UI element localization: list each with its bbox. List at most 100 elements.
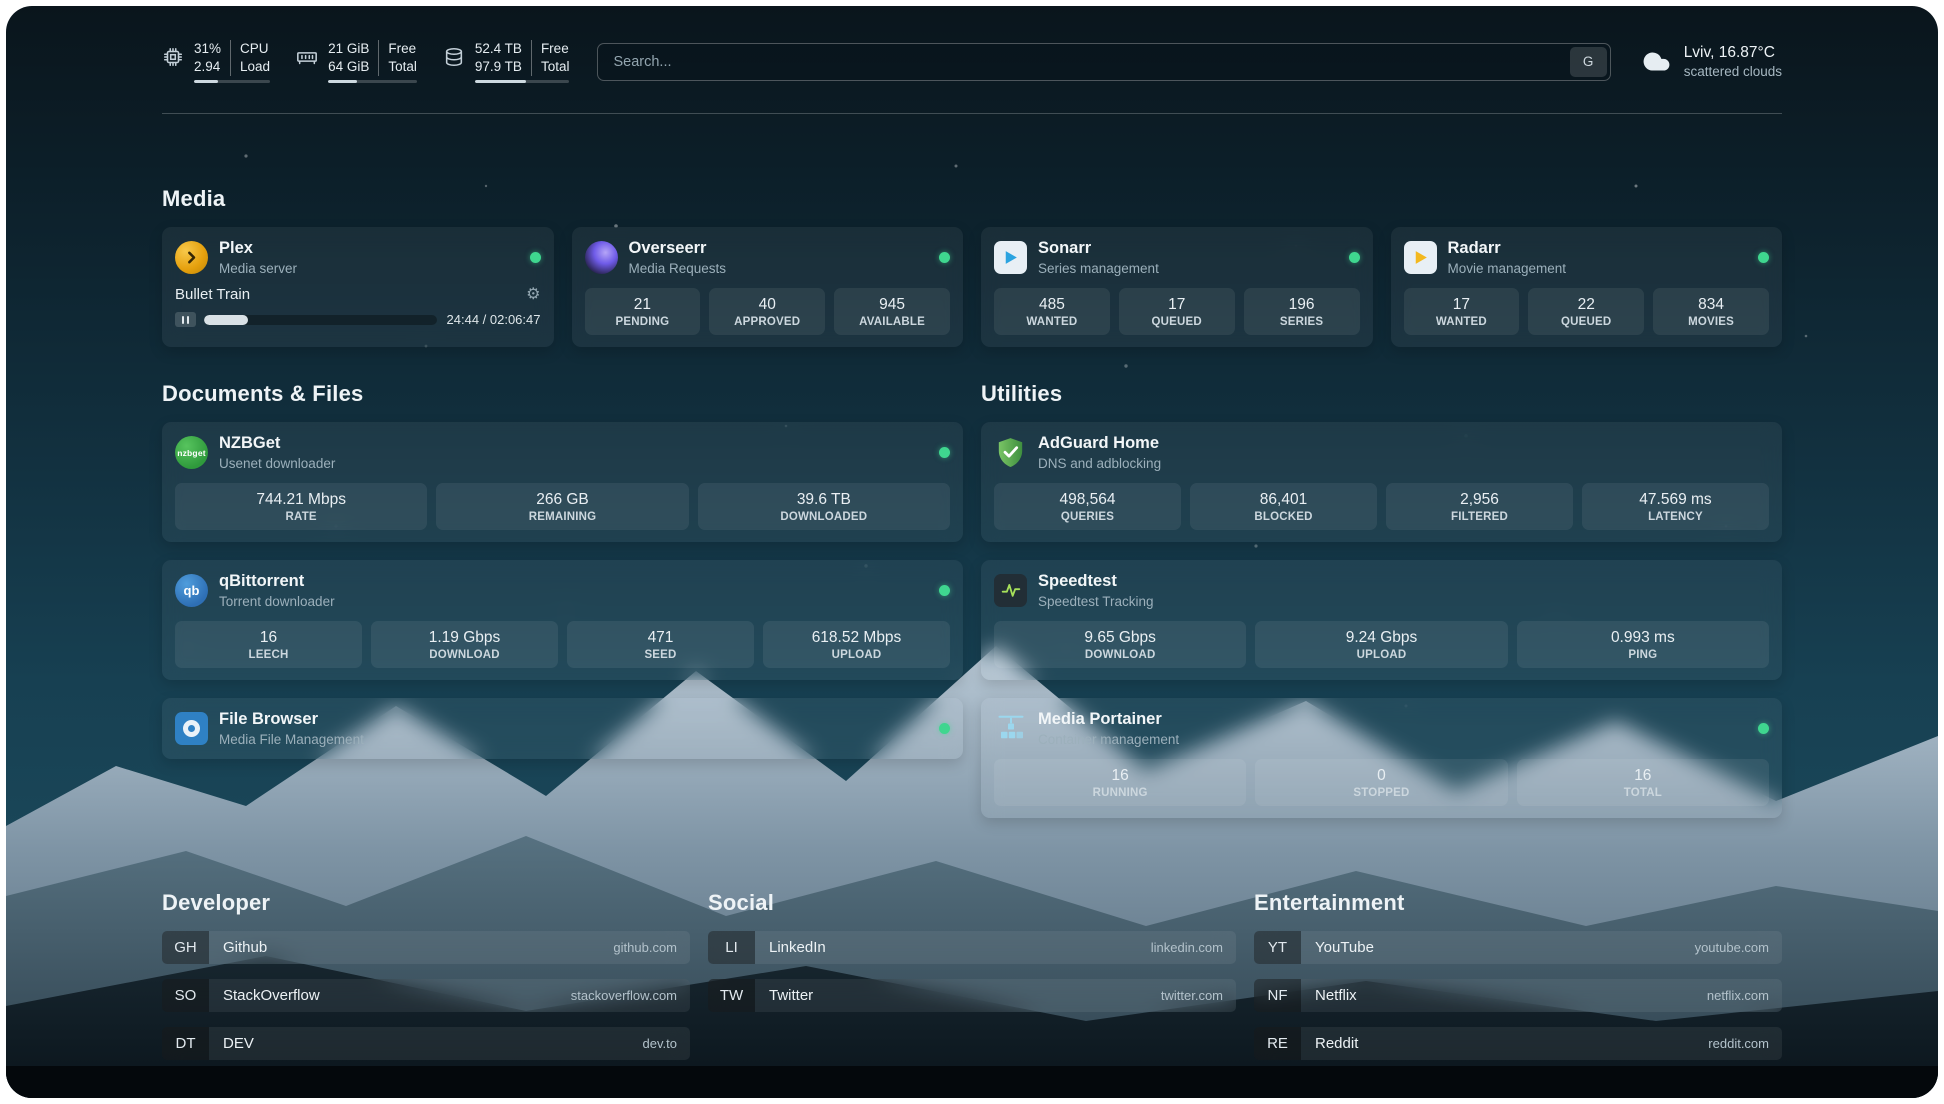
service-description: DNS and adblocking bbox=[1038, 456, 1161, 471]
pause-button[interactable] bbox=[175, 312, 196, 327]
service-card-plex[interactable]: Plex Media server Bullet Train ⚙ bbox=[162, 227, 554, 347]
service-card-adguard[interactable]: AdGuard Home DNS and adblocking 498,564 … bbox=[981, 422, 1782, 542]
overseerr-icon bbox=[585, 241, 618, 274]
stat-blocked: 86,401 BLOCKED bbox=[1190, 483, 1377, 530]
stat-latency: 47.569 ms LATENCY bbox=[1582, 483, 1769, 530]
memory-free-value: 21 GiB bbox=[328, 40, 369, 58]
now-playing-title: Bullet Train bbox=[175, 286, 250, 303]
status-dot bbox=[1758, 252, 1769, 263]
bookmark-netflix[interactable]: NF Netflix netflix.com bbox=[1254, 979, 1782, 1012]
service-description: Container management bbox=[1038, 732, 1179, 747]
status-dot bbox=[1758, 723, 1769, 734]
stat-filtered: 2,956 FILTERED bbox=[1386, 483, 1573, 530]
stat-total: 16 TOTAL bbox=[1517, 759, 1769, 806]
speedtest-icon bbox=[994, 574, 1027, 607]
service-card-portainer[interactable]: Media Portainer Container management 16 … bbox=[981, 698, 1782, 818]
playback-progress-bar bbox=[204, 315, 437, 325]
stat-approved: 40 APPROVED bbox=[709, 288, 825, 335]
cpu-load-label: Load bbox=[240, 58, 270, 76]
bookmark-dev[interactable]: DT DEV dev.to bbox=[162, 1027, 690, 1060]
stat-available: 945 AVAILABLE bbox=[834, 288, 950, 335]
service-card-radarr[interactable]: Radarr Movie management 17 WANTED 22 QUE… bbox=[1391, 227, 1783, 347]
service-name: Overseerr bbox=[629, 239, 727, 259]
bookmark-reddit[interactable]: RE Reddit reddit.com bbox=[1254, 1027, 1782, 1060]
stat-queued: 22 QUEUED bbox=[1528, 288, 1644, 335]
memory-icon bbox=[296, 46, 318, 68]
service-name: Radarr bbox=[1448, 239, 1567, 259]
status-dot bbox=[530, 252, 541, 263]
stat-wanted: 17 WANTED bbox=[1404, 288, 1520, 335]
portainer-icon bbox=[994, 712, 1027, 745]
section-documents: Documents & Files nzbget NZBGet Usenet d… bbox=[162, 381, 963, 758]
section-title-social: Social bbox=[708, 890, 1236, 916]
stat-remaining: 266 GB REMAINING bbox=[436, 483, 688, 530]
search-input[interactable] bbox=[601, 54, 1569, 70]
adguard-icon bbox=[994, 436, 1027, 469]
stat-queries: 498,564 QUERIES bbox=[994, 483, 1181, 530]
cpu-load-value: 2.94 bbox=[194, 58, 221, 76]
section-social: Social LI LinkedIn linkedin.com TW Twitt… bbox=[708, 890, 1236, 1060]
stat-downloaded: 39.6 TB DOWNLOADED bbox=[698, 483, 950, 530]
cpu-progress-bar bbox=[194, 80, 270, 83]
bookmark-linkedin[interactable]: LI LinkedIn linkedin.com bbox=[708, 931, 1236, 964]
cpu-icon bbox=[162, 46, 184, 68]
section-entertainment: Entertainment YT YouTube youtube.com NF … bbox=[1254, 890, 1782, 1060]
weather-location: Lviv, 16.87°C bbox=[1684, 44, 1782, 62]
stat-wanted: 485 WANTED bbox=[994, 288, 1110, 335]
status-dot bbox=[1349, 252, 1360, 263]
memory-free-label: Free bbox=[388, 40, 417, 58]
filebrowser-icon bbox=[175, 712, 208, 745]
service-card-speedtest[interactable]: Speedtest Speedtest Tracking 9.65 Gbps D… bbox=[981, 560, 1782, 680]
service-description: Torrent downloader bbox=[219, 594, 335, 609]
section-title-documents: Documents & Files bbox=[162, 381, 963, 407]
service-description: Usenet downloader bbox=[219, 456, 335, 471]
disk-widget: 52.4 TB 97.9 TB Free Total bbox=[443, 40, 570, 83]
bookmark-github[interactable]: GH Github github.com bbox=[162, 931, 690, 964]
bookmark-youtube[interactable]: YT YouTube youtube.com bbox=[1254, 931, 1782, 964]
disk-icon bbox=[443, 46, 465, 68]
service-card-nzbget[interactable]: nzbget NZBGet Usenet downloader 744.21 M… bbox=[162, 422, 963, 542]
section-title-media: Media bbox=[162, 186, 1782, 212]
search-bar: G bbox=[597, 43, 1610, 81]
section-utilities: Utilities AdGu bbox=[981, 381, 1782, 817]
service-name: NZBGet bbox=[219, 434, 335, 454]
service-name: Media Portainer bbox=[1038, 710, 1179, 730]
section-title-developer: Developer bbox=[162, 890, 690, 916]
status-dot bbox=[939, 447, 950, 458]
cloud-icon bbox=[1641, 46, 1672, 77]
section-media: Media Plex Media server bbox=[162, 186, 1782, 347]
service-card-sonarr[interactable]: Sonarr Series management 485 WANTED 17 Q… bbox=[981, 227, 1373, 347]
stat-download: 9.65 Gbps DOWNLOAD bbox=[994, 621, 1246, 668]
section-title-entertainment: Entertainment bbox=[1254, 890, 1782, 916]
section-developer: Developer GH Github github.com SO StackO… bbox=[162, 890, 690, 1060]
weather-widget: Lviv, 16.87°C scattered clouds bbox=[1641, 44, 1782, 79]
service-description: Speedtest Tracking bbox=[1038, 594, 1154, 609]
service-name: Speedtest bbox=[1038, 572, 1154, 592]
qbittorrent-icon: qb bbox=[175, 574, 208, 607]
stat-upload: 618.52 Mbps UPLOAD bbox=[763, 621, 950, 668]
status-dot bbox=[939, 252, 950, 263]
plex-now-playing: Bullet Train ⚙ 24:44 / 02:06:47 bbox=[175, 286, 541, 327]
stat-seed: 471 SEED bbox=[567, 621, 754, 668]
sonarr-icon bbox=[994, 241, 1027, 274]
cpu-widget: 31% 2.94 CPU Load bbox=[162, 40, 270, 83]
settings-gear-icon[interactable]: ⚙ bbox=[526, 287, 540, 303]
search-provider-button[interactable]: G bbox=[1570, 47, 1607, 77]
service-card-qbittorrent[interactable]: qb qBittorrent Torrent downloader 16 LEE… bbox=[162, 560, 963, 680]
stat-pending: 21 PENDING bbox=[585, 288, 701, 335]
service-card-overseerr[interactable]: Overseerr Media Requests 21 PENDING 40 A… bbox=[572, 227, 964, 347]
service-name: AdGuard Home bbox=[1038, 434, 1161, 454]
stat-movies: 834 MOVIES bbox=[1653, 288, 1769, 335]
stat-queued: 17 QUEUED bbox=[1119, 288, 1235, 335]
cpu-usage-label: CPU bbox=[240, 40, 270, 58]
stat-running: 16 RUNNING bbox=[994, 759, 1246, 806]
stat-stopped: 0 STOPPED bbox=[1255, 759, 1507, 806]
disk-total-label: Total bbox=[541, 58, 570, 76]
nzbget-icon: nzbget bbox=[175, 436, 208, 469]
bookmark-stackoverflow[interactable]: SO StackOverflow stackoverflow.com bbox=[162, 979, 690, 1012]
stat-rate: 744.21 Mbps RATE bbox=[175, 483, 427, 530]
service-card-filebrowser[interactable]: File Browser Media File Management bbox=[162, 698, 963, 759]
service-name: File Browser bbox=[219, 710, 364, 730]
status-dot bbox=[939, 585, 950, 596]
bookmark-twitter[interactable]: TW Twitter twitter.com bbox=[708, 979, 1236, 1012]
